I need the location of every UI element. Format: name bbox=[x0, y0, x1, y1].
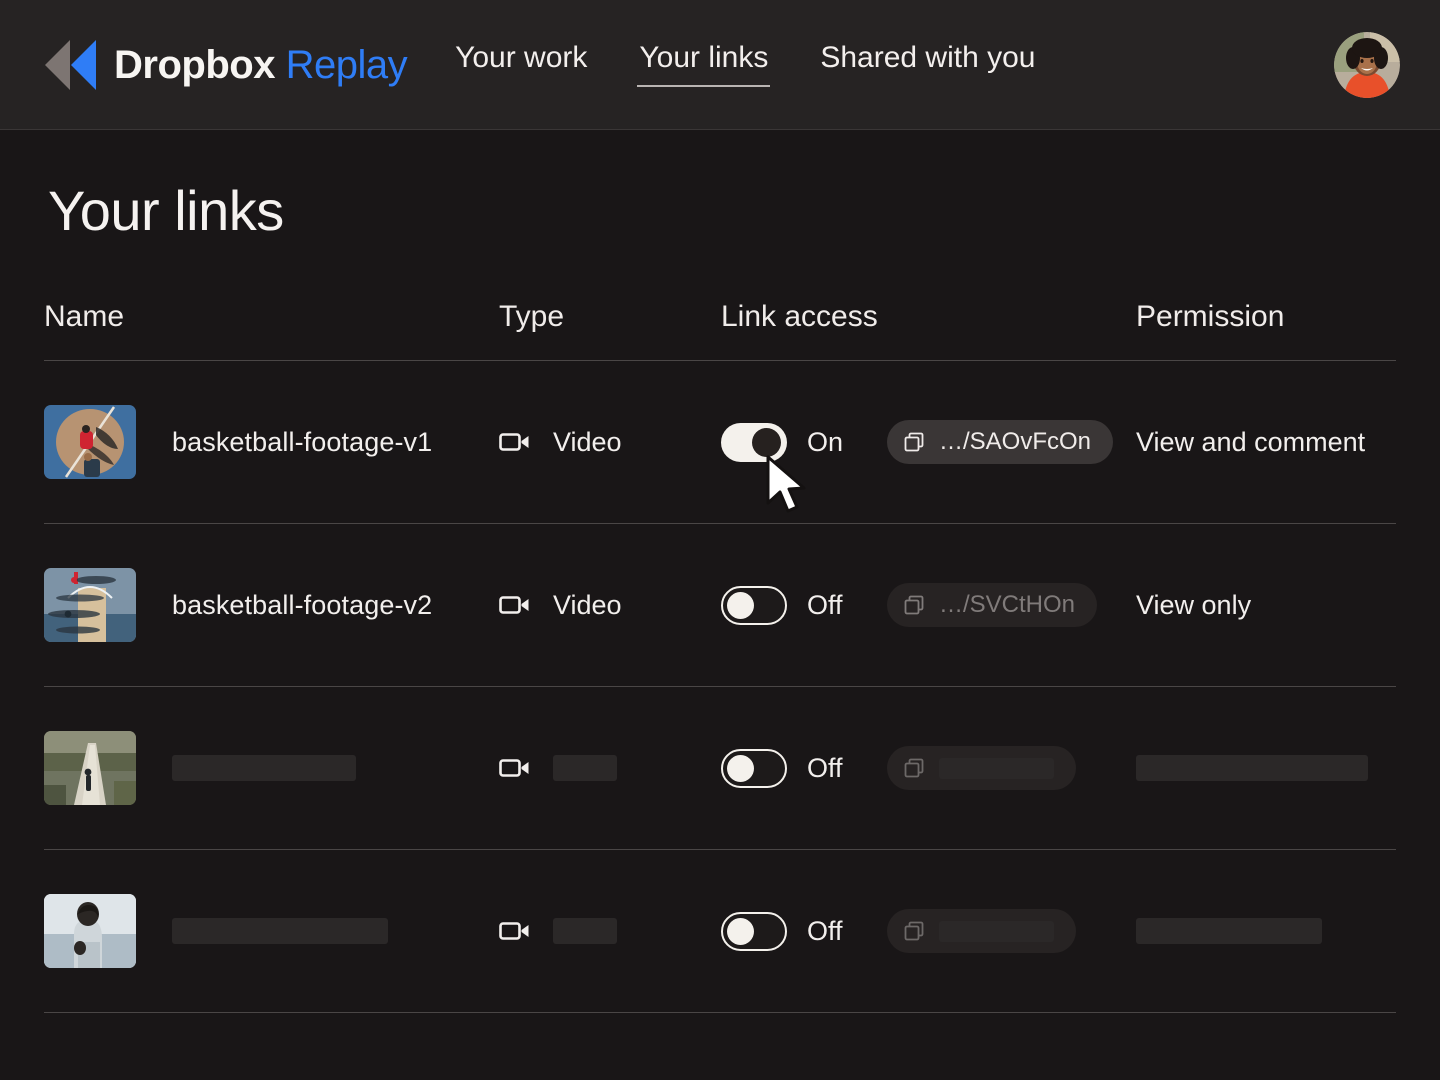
copy-link-chip[interactable]: …/SAOvFcOn bbox=[887, 420, 1113, 464]
top-navigation-bar: Dropbox Replay Your work Your links Shar… bbox=[0, 0, 1440, 130]
table-row[interactable]: basketball-footage-v2 Video Off …/SVCtHO… bbox=[44, 524, 1396, 687]
video-thumbnail[interactable] bbox=[44, 731, 136, 805]
video-camera-icon bbox=[499, 593, 531, 617]
toggle-knob bbox=[727, 918, 754, 945]
copy-icon bbox=[903, 757, 925, 779]
toggle-knob bbox=[752, 428, 781, 457]
file-name[interactable]: basketball-footage-v1 bbox=[172, 427, 432, 458]
column-header-permission: Permission bbox=[1136, 300, 1396, 334]
permission-value[interactable]: View only bbox=[1136, 590, 1251, 621]
link-access-toggle[interactable] bbox=[721, 423, 787, 462]
video-camera-icon bbox=[499, 756, 531, 780]
column-header-type: Type bbox=[499, 300, 721, 334]
copy-link-chip[interactable] bbox=[887, 909, 1076, 953]
permission-placeholder bbox=[1136, 918, 1322, 944]
copy-icon bbox=[903, 431, 925, 453]
video-thumbnail[interactable] bbox=[44, 894, 136, 968]
nav-tab-your-links[interactable]: Your links bbox=[639, 43, 768, 87]
table-row[interactable]: Off bbox=[44, 850, 1396, 1013]
nav-tab-shared-with-you[interactable]: Shared with you bbox=[820, 43, 1035, 87]
link-url-text: …/SVCtHOn bbox=[939, 591, 1075, 619]
file-type: Video bbox=[553, 590, 622, 621]
file-type-placeholder bbox=[553, 918, 617, 944]
toggle-knob bbox=[727, 592, 754, 619]
table-header-row: Name Type Link access Permission bbox=[44, 300, 1396, 361]
link-access-state: On bbox=[807, 427, 887, 458]
table-row[interactable]: basketball-footage-v1 Video On …/SAOvFcO… bbox=[44, 361, 1396, 524]
links-table: Name Type Link access Permission bas bbox=[44, 300, 1396, 1013]
file-name-placeholder bbox=[172, 918, 388, 944]
link-access-toggle[interactable] bbox=[721, 749, 787, 788]
file-name[interactable]: basketball-footage-v2 bbox=[172, 590, 432, 621]
copy-link-chip[interactable]: …/SVCtHOn bbox=[887, 583, 1097, 627]
brand-name-secondary: Replay bbox=[286, 43, 408, 87]
toggle-knob bbox=[727, 755, 754, 782]
link-url-placeholder bbox=[939, 758, 1054, 779]
replay-rewind-chevrons-icon bbox=[40, 38, 100, 92]
link-url-placeholder bbox=[939, 921, 1054, 942]
page-title: Your links bbox=[48, 178, 284, 243]
primary-nav: Your work Your links Shared with you bbox=[455, 0, 1087, 129]
file-name-placeholder bbox=[172, 755, 356, 781]
copy-link-chip[interactable] bbox=[887, 746, 1076, 790]
file-type: Video bbox=[553, 427, 622, 458]
file-type-placeholder bbox=[553, 755, 617, 781]
video-thumbnail[interactable] bbox=[44, 405, 136, 479]
link-url-text: …/SAOvFcOn bbox=[939, 428, 1091, 456]
brand-name-primary: Dropbox bbox=[114, 43, 275, 87]
link-access-toggle[interactable] bbox=[721, 912, 787, 951]
table-row[interactable]: Off bbox=[44, 687, 1396, 850]
video-thumbnail[interactable] bbox=[44, 568, 136, 642]
copy-icon bbox=[903, 594, 925, 616]
link-access-state: Off bbox=[807, 753, 887, 784]
video-camera-icon bbox=[499, 919, 531, 943]
video-camera-icon bbox=[499, 430, 531, 454]
link-access-toggle[interactable] bbox=[721, 586, 787, 625]
permission-value[interactable]: View and comment bbox=[1136, 427, 1365, 458]
nav-tab-your-work[interactable]: Your work bbox=[455, 43, 587, 87]
brand-logo-link[interactable]: Dropbox Replay bbox=[40, 38, 407, 92]
column-header-link-access: Link access bbox=[721, 300, 1136, 334]
copy-icon bbox=[903, 920, 925, 942]
link-access-state: Off bbox=[807, 590, 887, 621]
avatar[interactable] bbox=[1334, 32, 1400, 98]
link-access-state: Off bbox=[807, 916, 887, 947]
column-header-name: Name bbox=[44, 300, 499, 334]
permission-placeholder bbox=[1136, 755, 1368, 781]
